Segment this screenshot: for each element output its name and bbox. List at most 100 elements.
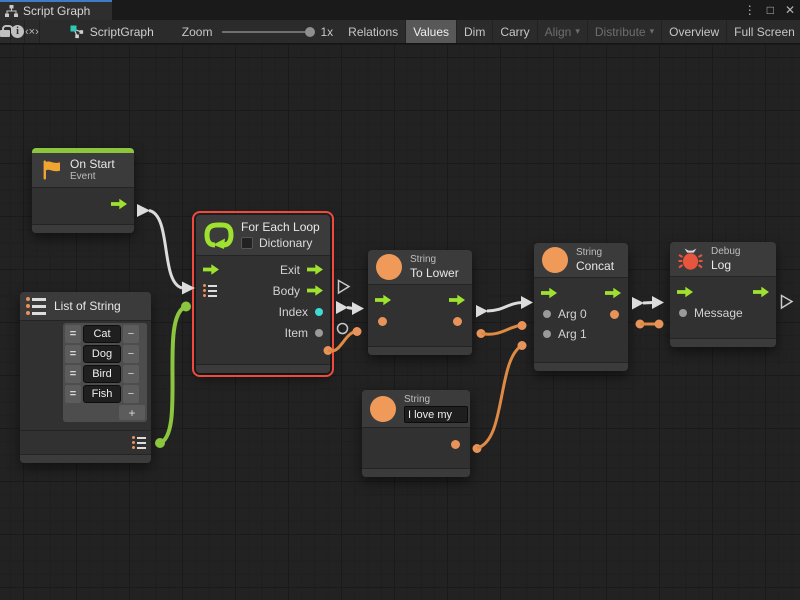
index-output-port[interactable] xyxy=(315,308,323,316)
chevron-down-icon: ▾ xyxy=(650,26,655,37)
code-preview-button[interactable]: ‹×› xyxy=(25,20,40,43)
exec-output-port[interactable] xyxy=(449,294,465,306)
bug-icon xyxy=(678,248,703,271)
list-item: =− xyxy=(65,385,145,403)
exec-input-port[interactable] xyxy=(677,286,693,298)
loop-icon xyxy=(204,221,234,249)
string-input-port[interactable] xyxy=(378,317,387,326)
string-value-field[interactable] xyxy=(404,406,468,423)
window-close-icon[interactable]: ✕ xyxy=(785,3,795,17)
exit-output-port[interactable] xyxy=(307,264,323,276)
zoom-value: 1x xyxy=(320,25,333,39)
toolbar-button-carry[interactable]: Carry xyxy=(493,20,537,43)
drag-handle[interactable]: = xyxy=(65,345,81,363)
exec-input-port[interactable] xyxy=(203,264,219,276)
tab-script-graph[interactable]: Script Graph xyxy=(0,0,112,20)
node-title: Concat xyxy=(576,259,614,273)
string-output-port[interactable] xyxy=(610,310,619,319)
list-item-field[interactable] xyxy=(83,325,121,343)
toolbar-button-overview[interactable]: Overview xyxy=(662,20,727,43)
toolbar-button-dim[interactable]: Dim xyxy=(457,20,493,43)
message-input-port[interactable] xyxy=(679,309,687,317)
string-type-icon xyxy=(542,247,568,273)
node-type: String xyxy=(576,247,614,259)
port-label-message: Message xyxy=(694,306,743,320)
graph-toolbar: i ‹×› ScriptGraph Zoom 1x Relations Valu… xyxy=(0,20,800,44)
port-label-body: Body xyxy=(273,284,300,298)
node-title: On Start xyxy=(70,157,115,171)
list-item: =− xyxy=(65,345,145,363)
port-label-index: Index xyxy=(279,305,308,319)
node-footer xyxy=(196,364,330,373)
node-type: String xyxy=(410,254,459,266)
add-item-button[interactable]: + xyxy=(119,405,145,420)
lock-button[interactable] xyxy=(0,20,11,43)
remove-item-button[interactable]: − xyxy=(123,325,139,343)
dictionary-label: Dictionary xyxy=(259,236,312,250)
string-type-icon xyxy=(370,396,396,422)
script-graph-icon xyxy=(70,25,84,39)
node-subtitle: Event xyxy=(70,171,115,183)
node-footer xyxy=(362,468,470,477)
node-on-start[interactable]: On Start Event xyxy=(32,148,134,233)
exec-output-port[interactable] xyxy=(753,286,769,298)
dictionary-checkbox[interactable] xyxy=(241,237,253,249)
port-label-arg0: Arg 0 xyxy=(558,307,587,321)
list-items-panel: =− =− =− =− + xyxy=(63,323,147,422)
node-footer xyxy=(20,454,151,463)
remove-item-button[interactable]: − xyxy=(123,345,139,363)
info-icon: i xyxy=(11,25,24,38)
window-maximize-icon[interactable]: □ xyxy=(767,3,774,17)
list-item-field[interactable] xyxy=(83,365,121,383)
drag-handle[interactable]: = xyxy=(65,325,81,343)
node-title: To Lower xyxy=(410,266,459,280)
string-output-port[interactable] xyxy=(451,440,460,449)
toolbar-button-fullscreen[interactable]: Full Screen xyxy=(727,20,800,43)
node-type: Debug xyxy=(711,246,740,258)
exec-output-port[interactable] xyxy=(605,287,621,299)
graph-breadcrumb[interactable]: ScriptGraph xyxy=(64,20,160,43)
port-label-exit: Exit xyxy=(280,263,300,277)
node-for-each-loop[interactable]: For Each Loop Dictionary Exit Body xyxy=(196,215,330,373)
exec-input-port[interactable] xyxy=(541,287,557,299)
drag-handle[interactable]: = xyxy=(65,385,81,403)
node-string-literal[interactable]: String xyxy=(362,390,470,477)
node-list-of-string[interactable]: List of String =− =− =− =− + xyxy=(20,292,151,463)
list-item: =− xyxy=(65,365,145,383)
exec-output-port[interactable] xyxy=(111,198,127,210)
string-output-port[interactable] xyxy=(453,317,462,326)
remove-item-button[interactable]: − xyxy=(123,365,139,383)
toolbar-button-values[interactable]: Values xyxy=(406,20,457,43)
toolbar-button-relations[interactable]: Relations xyxy=(341,20,406,43)
port-label-arg1: Arg 1 xyxy=(558,327,587,341)
node-concat[interactable]: String Concat Arg 0 Arg 1 xyxy=(534,243,628,371)
list-icon xyxy=(26,297,46,315)
node-footer xyxy=(368,346,472,355)
list-item: =− xyxy=(65,325,145,343)
item-output-port[interactable] xyxy=(315,329,323,337)
info-button[interactable]: i xyxy=(11,20,25,43)
zoom-slider-knob[interactable] xyxy=(305,27,315,37)
exec-input-port[interactable] xyxy=(375,294,391,306)
node-to-lower[interactable]: String To Lower xyxy=(368,250,472,355)
port-label-item: Item xyxy=(285,326,308,340)
list-output-port[interactable] xyxy=(132,436,146,449)
graph-hierarchy-icon xyxy=(5,5,18,17)
list-item-field[interactable] xyxy=(83,385,121,403)
node-title: List of String xyxy=(54,299,121,313)
arg1-input-port[interactable] xyxy=(543,330,551,338)
drag-handle[interactable]: = xyxy=(65,365,81,383)
remove-item-button[interactable]: − xyxy=(123,385,139,403)
zoom-slider[interactable] xyxy=(222,31,312,33)
zoom-control: Zoom 1x xyxy=(182,20,341,43)
list-input-port[interactable] xyxy=(203,284,217,297)
list-item-field[interactable] xyxy=(83,345,121,363)
body-output-port[interactable] xyxy=(307,285,323,297)
arg0-input-port[interactable] xyxy=(543,310,551,318)
tab-title: Script Graph xyxy=(23,4,90,18)
node-debug-log[interactable]: Debug Log Message xyxy=(670,242,776,347)
toolbar-button-align[interactable]: Align ▾ xyxy=(538,20,588,43)
window-menu-icon[interactable]: ⋮ xyxy=(744,3,756,17)
toolbar-button-distribute[interactable]: Distribute ▾ xyxy=(588,20,662,43)
lock-icon xyxy=(0,30,10,37)
